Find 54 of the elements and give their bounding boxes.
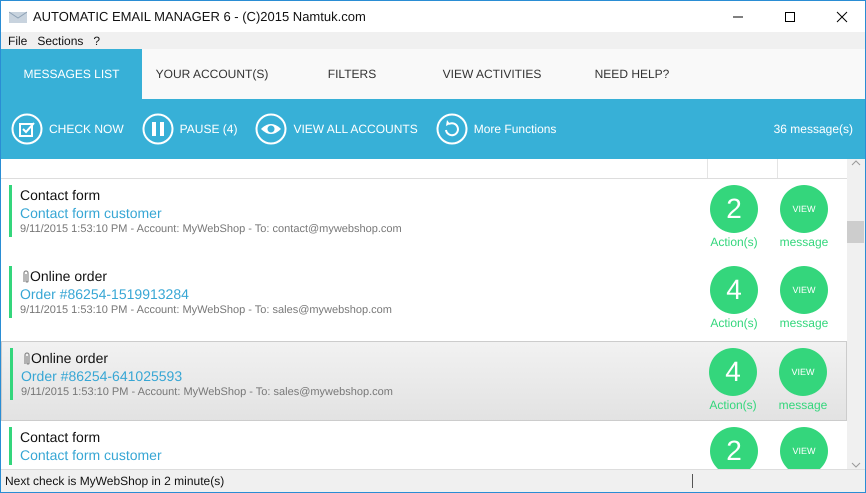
message-subject[interactable]: Contact form customer bbox=[20, 447, 699, 463]
toolbar-button[interactable]: PAUSE (4) bbox=[142, 113, 238, 145]
window-title: AUTOMATIC EMAIL MANAGER 6 - (C)2015 Namtuk.com bbox=[33, 9, 367, 24]
maximize-icon[interactable] bbox=[784, 10, 796, 22]
message-subject[interactable]: Order #86254-641025593 bbox=[21, 368, 698, 384]
toolbar-button[interactable]: More Functions bbox=[436, 113, 556, 145]
actions-count-button[interactable]: 4 bbox=[709, 348, 757, 396]
toolbar-button[interactable]: CHECK NOW bbox=[11, 113, 124, 145]
message-subject[interactable]: Contact form customer bbox=[20, 205, 699, 221]
scroll-thumb[interactable] bbox=[847, 221, 864, 243]
scroll-up-icon bbox=[851, 159, 861, 167]
message-subject[interactable]: Order #86254-1519913284 bbox=[20, 286, 699, 302]
scroll-down-icon bbox=[851, 461, 861, 469]
view-label: message bbox=[780, 316, 828, 330]
scrollbar[interactable] bbox=[847, 159, 865, 469]
tab[interactable]: VIEW ACTIVITIES bbox=[422, 49, 562, 99]
actions-count-button[interactable]: 2 bbox=[710, 427, 758, 469]
tab[interactable]: FILTERS bbox=[282, 49, 422, 99]
message-title: Online order bbox=[30, 268, 108, 284]
eye-icon bbox=[255, 113, 288, 145]
tab[interactable]: NEED HELP? bbox=[562, 49, 702, 99]
actions-label: Action(s) bbox=[710, 316, 758, 330]
status-text: Next check is MyWebShop in 2 minute(s) bbox=[5, 474, 693, 488]
message-row[interactable]: Contact form Contact form customer 9/11/2015 1:53:10 PM - Account: MyWebShop - To: contact@mywebshop.com 2 Action(s) VIEW message bbox=[1, 179, 847, 260]
message-details: 9/11/2015 1:53:10 PM - Account: MyWebShop - To: sales@mywebshop.com bbox=[21, 386, 394, 398]
view-button[interactable]: VIEW bbox=[780, 427, 828, 469]
tab[interactable]: MESSAGES LIST bbox=[1, 49, 142, 99]
check-icon bbox=[11, 113, 43, 145]
message-title: Contact form bbox=[20, 429, 100, 445]
actions-label: Action(s) bbox=[710, 235, 758, 249]
message-count: 36 message(s) bbox=[774, 122, 853, 136]
message-title: Contact form bbox=[20, 187, 100, 203]
refresh-icon bbox=[436, 113, 468, 145]
menu-item[interactable]: ? bbox=[93, 34, 100, 48]
envelope-icon bbox=[9, 10, 27, 24]
message-details: 9/11/2015 1:53:10 PM - Account: MyWebShop - To: sales@mywebshop.com bbox=[20, 304, 393, 316]
message-row-selected[interactable]: Online order Order #86254-641025593 9/11/2015 1:53:10 PM - Account: MyWebShop - To: sales@mywebshop.com 4 Action(s) VIEW message bbox=[1, 341, 847, 421]
pause-icon bbox=[142, 113, 174, 145]
message-title: Online order bbox=[31, 350, 108, 366]
toolbar-button[interactable]: VIEW ALL ACCOUNTS bbox=[255, 113, 418, 145]
menu-item[interactable]: Sections bbox=[37, 34, 84, 48]
view-label: message bbox=[778, 398, 828, 412]
view-button[interactable]: VIEW bbox=[780, 185, 828, 233]
view-button[interactable]: VIEW bbox=[779, 348, 827, 396]
message-details: 9/11/2015 1:53:10 PM - Account: MyWebShop - To: contact@mywebshop.com bbox=[20, 223, 403, 235]
actions-count-button[interactable]: 2 bbox=[710, 185, 758, 233]
message-row[interactable]: Online order Order #86254-1519913284 9/11/2015 1:53:10 PM - Account: MyWebShop - To: sales@mywebshop.com 4 Action(s) VIEW message bbox=[1, 260, 847, 341]
actions-label: Action(s) bbox=[709, 398, 757, 412]
close-icon[interactable] bbox=[836, 10, 848, 22]
actions-count-button[interactable]: 4 bbox=[710, 266, 758, 314]
view-button[interactable]: VIEW bbox=[780, 266, 828, 314]
menu-item[interactable]: File bbox=[8, 34, 28, 48]
view-label: message bbox=[780, 235, 828, 249]
tab[interactable]: YOUR ACCOUNT(S) bbox=[142, 49, 282, 99]
